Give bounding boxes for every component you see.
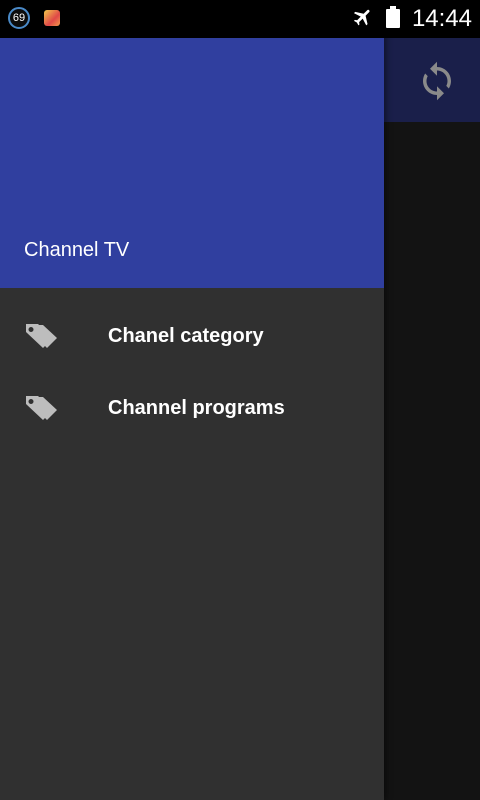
status-bar: 69 14:44 bbox=[0, 0, 480, 38]
tags-icon bbox=[24, 322, 60, 350]
refresh-icon[interactable] bbox=[416, 60, 458, 102]
battery-icon bbox=[385, 5, 400, 33]
system-icons: 14:44 bbox=[352, 0, 472, 38]
clock: 14:44 bbox=[411, 5, 472, 32]
drawer-menu: Chanel category Channel programs bbox=[0, 300, 384, 444]
drawer-item-label: Chanel category bbox=[108, 324, 264, 347]
tags-icon bbox=[24, 394, 60, 422]
drawer-item-label: Channel programs bbox=[108, 396, 285, 419]
drawer-item-channel-programs[interactable]: Channel programs bbox=[0, 372, 384, 444]
app-notification-icon bbox=[44, 10, 60, 26]
drawer-item-chanel-category[interactable]: Chanel category bbox=[0, 300, 384, 372]
drawer-header: Channel TV bbox=[0, 0, 384, 288]
drawer-title: Channel TV bbox=[24, 239, 130, 261]
navigation-drawer: Channel TV Chanel category Channel progr… bbox=[0, 0, 384, 800]
notification-count-icon: 69 bbox=[8, 7, 30, 29]
notification-area: 69 bbox=[8, 7, 60, 29]
airplane-mode-icon bbox=[352, 6, 374, 33]
